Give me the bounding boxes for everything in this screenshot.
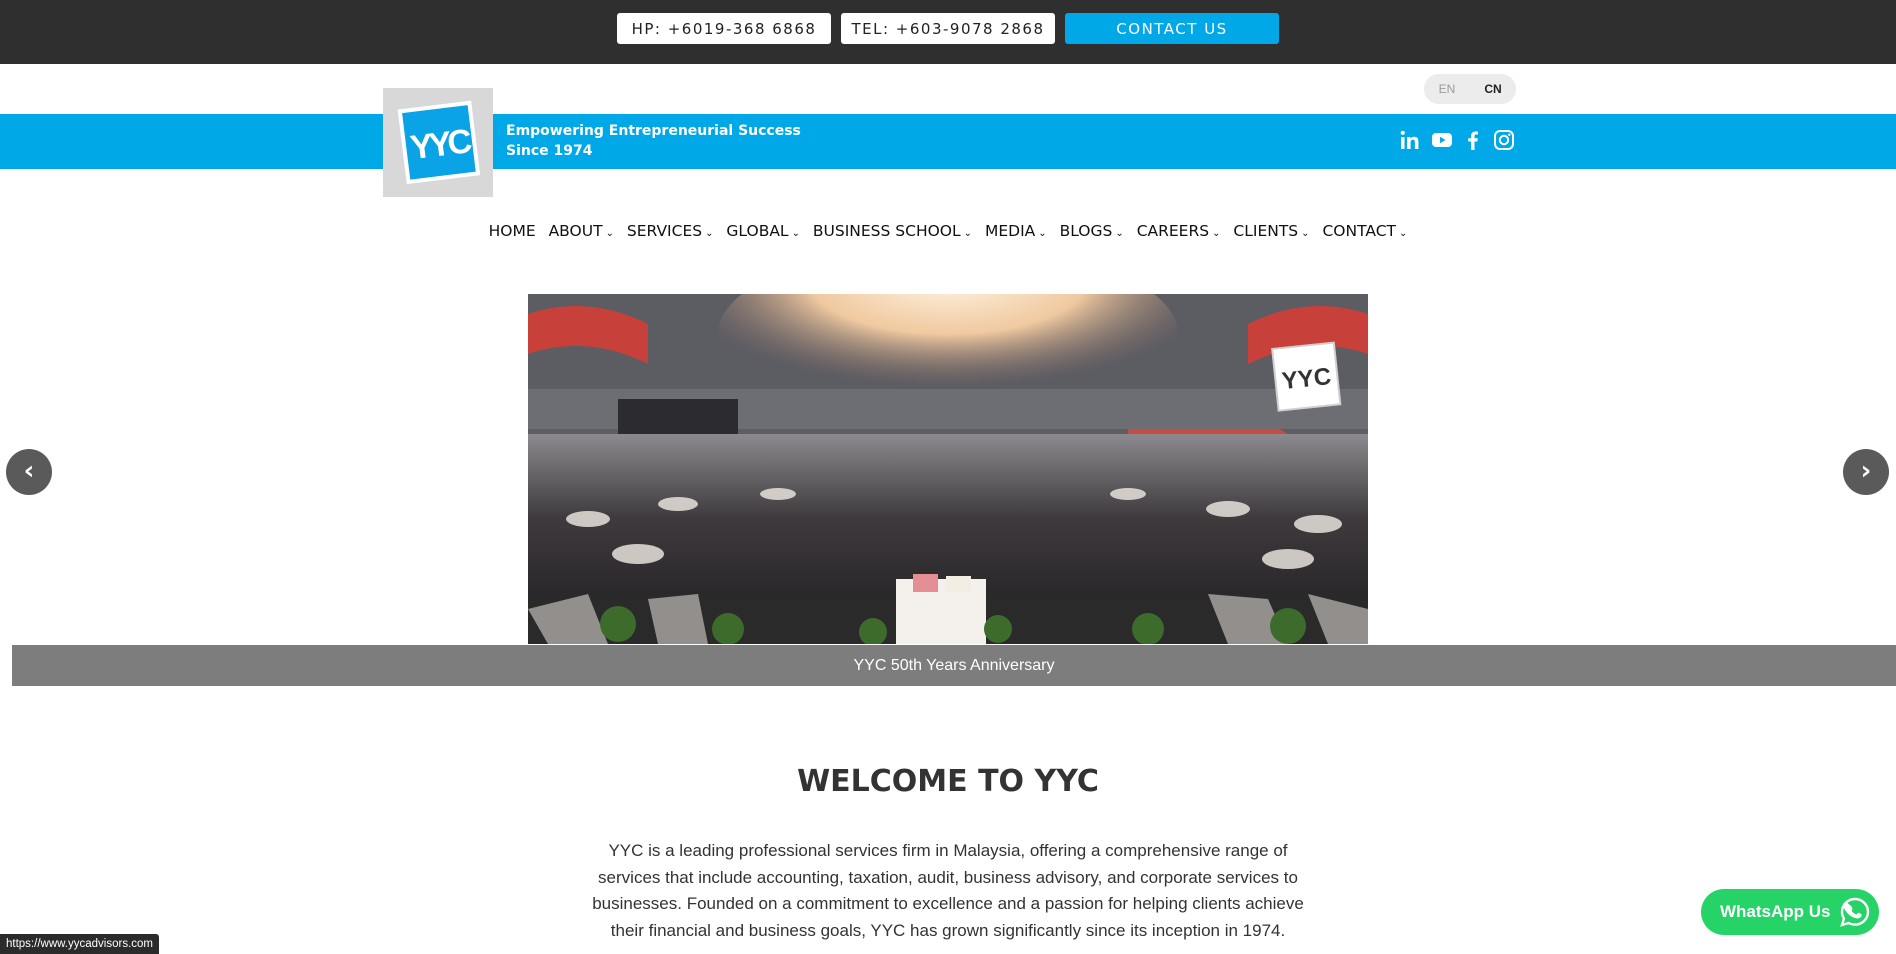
chevron-down-icon: ⌄	[705, 228, 714, 239]
instagram-icon[interactable]	[1492, 128, 1516, 152]
language-switcher: EN CN	[1424, 74, 1516, 104]
slider-prev-button[interactable]: ‹	[6, 449, 52, 495]
slide-caption: YYC 50th Years Anniversary	[12, 645, 1896, 686]
top-contact-bar: HP: +6019-368 6868 TEL: +603-9078 2868 C…	[0, 0, 1896, 64]
contact-us-button[interactable]: CONTACT US	[1065, 13, 1279, 44]
lang-cn-option[interactable]: CN	[1470, 74, 1516, 104]
logo-text: YYC	[408, 122, 474, 167]
slider-next-button[interactable]: ›	[1843, 449, 1889, 495]
hp-phone-button[interactable]: HP: +6019-368 6868	[617, 13, 831, 44]
nav-careers[interactable]: CAREERS ⌄	[1137, 222, 1221, 240]
tel-phone-button[interactable]: TEL: +603-9078 2868	[841, 13, 1055, 44]
nav-business-school[interactable]: BUSINESS SCHOOL ⌄	[813, 222, 972, 240]
lang-en-option[interactable]: EN	[1424, 74, 1470, 104]
chevron-down-icon: ⌄	[791, 228, 800, 239]
browser-status-url: https://www.yycadvisors.com	[0, 934, 159, 954]
nav-home[interactable]: HOME	[489, 222, 536, 240]
nav-global[interactable]: GLOBAL ⌄	[726, 222, 800, 240]
chevron-down-icon: ⌄	[1212, 228, 1221, 239]
slider-image[interactable]: YYC	[528, 294, 1368, 644]
linkedin-icon[interactable]	[1398, 128, 1422, 152]
chevron-down-icon: ⌄	[1115, 228, 1124, 239]
main-nav: HOME ABOUT ⌄ SERVICES ⌄ GLOBAL ⌄ BUSINESS S…	[0, 222, 1896, 240]
chevron-down-icon: ⌄	[1399, 228, 1408, 239]
nav-about[interactable]: ABOUT ⌄	[549, 222, 614, 240]
header-blue-bar	[0, 114, 1896, 169]
welcome-paragraph: YYC is a leading professional services f…	[592, 841, 1304, 940]
youtube-icon[interactable]	[1430, 128, 1454, 152]
tagline-line-1: Empowering Entrepreneurial Success	[506, 123, 801, 139]
nav-media[interactable]: MEDIA ⌄	[985, 222, 1047, 240]
whatsapp-label: WhatsApp Us	[1720, 902, 1831, 921]
chevron-down-icon: ⌄	[1038, 228, 1047, 239]
nav-blogs[interactable]: BLOGS ⌄	[1060, 222, 1124, 240]
tagline-line-2: Since 1974	[506, 143, 593, 159]
yyc-logo-mark: YYC	[397, 100, 481, 185]
chevron-down-icon: ⌄	[605, 228, 614, 239]
screen-logo-text: YYC	[1281, 363, 1333, 395]
anniversary-event-photo: YYC	[528, 294, 1368, 644]
facebook-icon[interactable]	[1461, 128, 1485, 152]
welcome-heading: WELCOME TO YYC	[797, 764, 1099, 799]
chevron-down-icon: ⌄	[1301, 228, 1310, 239]
whatsapp-icon	[1840, 897, 1870, 927]
tagline: Empowering Entrepreneurial Success Since…	[506, 121, 801, 161]
chevron-down-icon: ⌄	[963, 228, 973, 239]
nav-contact[interactable]: CONTACT ⌄	[1322, 222, 1407, 240]
nav-clients[interactable]: CLIENTS ⌄	[1233, 222, 1309, 240]
site-logo[interactable]: YYC	[383, 88, 493, 197]
whatsapp-button[interactable]: WhatsApp Us	[1701, 889, 1879, 935]
nav-services[interactable]: SERVICES ⌄	[627, 222, 714, 240]
